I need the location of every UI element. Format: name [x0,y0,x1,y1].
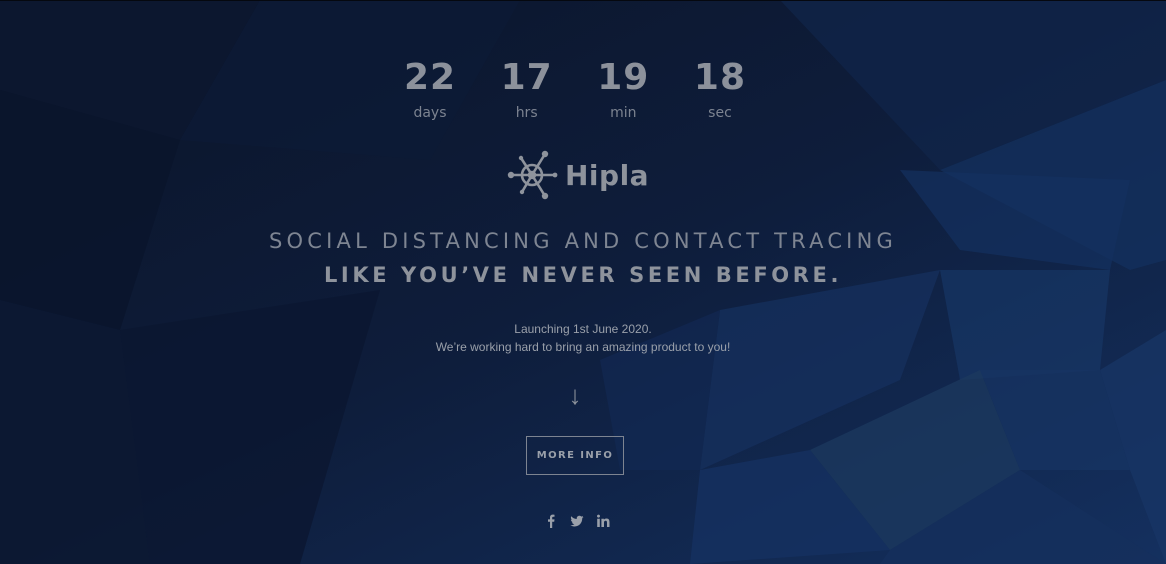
countdown-minutes: 19 min [575,56,671,123]
countdown-days: 22 days [382,56,478,123]
countdown-seconds: 18 sec [672,56,768,123]
more-info-button[interactable]: MORE INFO [526,436,624,475]
landing-page: 22 days 17 hrs 19 min 18 sec Hipla SOCIA… [0,0,1166,564]
headline-line-2: LIKE YOU’VE NEVER SEEN BEFORE. [323,263,843,287]
arrow-down-icon[interactable]: ↓ [565,380,585,410]
countdown-minutes-value: 19 [597,57,650,98]
countdown-hours-label: hrs [515,105,538,121]
countdown-minutes-label: min [610,105,637,121]
headline-line-1: SOCIAL DISTANCING AND CONTACT TRACING [269,229,897,253]
hipla-logo-icon [507,150,558,200]
countdown-days-label: days [413,105,447,121]
countdown-hours: 17 hrs [479,56,575,123]
facebook-icon[interactable] [544,514,558,528]
countdown-seconds-label: sec [708,105,732,121]
brand-name: Hipla [565,158,650,192]
social-links [544,513,610,529]
countdown-hours-value: 17 [500,57,553,98]
countdown-seconds-value: 18 [693,57,747,98]
launch-message: Launching 1st June 2020. We’re working h… [0,320,1166,356]
launch-subtext: We’re working hard to bring an amazing p… [435,340,731,354]
launch-date-text: Launching 1st June 2020. [514,322,652,336]
countdown-timer: 22 days 17 hrs 19 min 18 sec [382,56,768,123]
countdown-days-value: 22 [403,57,457,98]
brand-logo: Hipla [505,148,649,202]
linkedin-icon[interactable] [596,514,610,528]
twitter-icon[interactable] [570,514,584,528]
